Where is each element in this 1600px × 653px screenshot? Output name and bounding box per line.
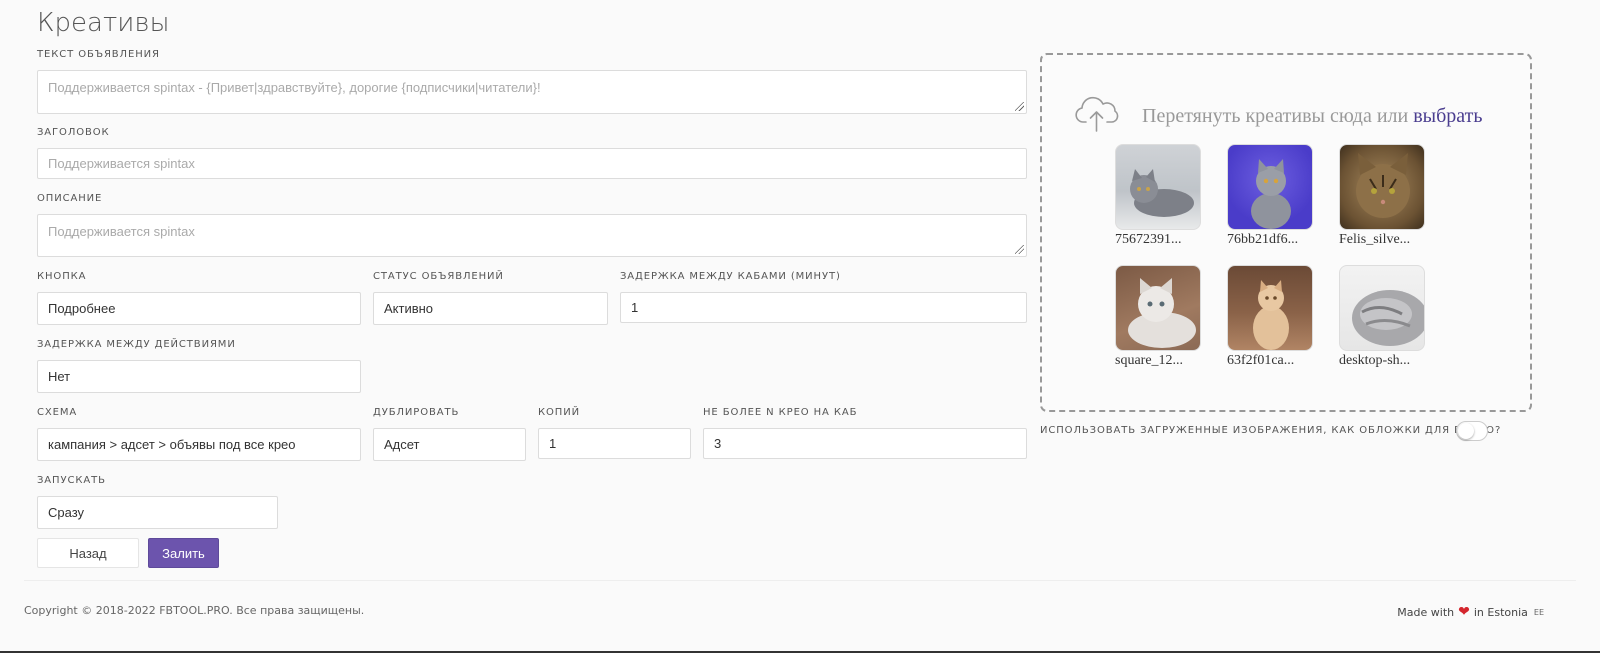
cat-image	[1115, 144, 1201, 230]
headline-input[interactable]: Поддерживается spintax	[37, 148, 1027, 179]
file-name: 76bb21df6...	[1227, 232, 1299, 247]
creative-thumbnail[interactable]: square_12...	[1115, 265, 1203, 369]
cat-image	[1339, 144, 1425, 230]
button-label: Кнопка	[37, 271, 87, 282]
scheme-label: Схема	[37, 407, 78, 418]
delay-actions-select[interactable]: Нет	[37, 360, 361, 393]
description-placeholder: Поддерживается spintax	[48, 224, 195, 239]
choose-files-link[interactable]: выбрать	[1413, 105, 1482, 127]
description-input[interactable]: Поддерживается spintax	[37, 214, 1027, 257]
ad-status-value: Активно	[384, 301, 434, 316]
heart-icon: ❤	[1458, 604, 1470, 620]
cat-image	[1115, 265, 1201, 351]
file-name: square_12...	[1115, 353, 1184, 368]
ad-text-placeholder: Поддерживается spintax - {Привет|здравст…	[48, 80, 541, 95]
file-name: desktop-sh...	[1339, 353, 1411, 368]
toggle-knob	[1458, 423, 1474, 439]
resize-grip-icon[interactable]	[1015, 102, 1024, 111]
country-text: in Estonia	[1473, 605, 1528, 619]
footer-made-with: Made with ❤ in Estonia EE	[1397, 604, 1544, 620]
cat-silhouette-icon	[1128, 278, 1196, 348]
launch-select[interactable]: Сразу	[37, 496, 278, 529]
cat-silhouette-icon	[1251, 159, 1291, 229]
scheme-value: кампания > адсет > объявы под все крео	[48, 437, 296, 452]
duplicate-select[interactable]: Адсет	[373, 428, 526, 461]
delay-cabinets-value: 1	[631, 300, 639, 315]
cat-silhouette-icon	[1356, 153, 1410, 218]
file-name: 75672391...	[1115, 232, 1182, 247]
headline-label: Заголовок	[37, 127, 110, 138]
button-select[interactable]: Подробнее	[37, 292, 361, 325]
cat-silhouette-icon	[1130, 169, 1194, 217]
ad-status-select[interactable]: Активно	[373, 292, 608, 325]
cat-silhouette-icon	[1352, 290, 1424, 346]
delay-cabinets-label: Задержка между кабами (минут)	[620, 271, 841, 282]
cat-image	[1227, 265, 1313, 351]
launch-value: Сразу	[48, 505, 85, 520]
cat-image	[1227, 144, 1313, 230]
footer-copyright: Copyright © 2018-2022 FBTOOL.PRO. Все пр…	[24, 604, 365, 617]
cat-image	[1339, 265, 1425, 351]
page-title: Креативы	[37, 8, 170, 38]
creative-thumbnail[interactable]: 63f2f01ca...	[1227, 265, 1315, 369]
scheme-select[interactable]: кампания > адсет > объявы под все крео	[37, 428, 361, 461]
ad-text-input[interactable]: Поддерживается spintax - {Привет|здравст…	[37, 70, 1027, 114]
resize-grip-icon[interactable]	[1015, 245, 1024, 254]
max-creatives-input[interactable]: 3	[703, 428, 1027, 459]
cloud-upload-icon	[1075, 96, 1119, 132]
description-label: Описание	[37, 193, 103, 204]
creative-thumbnail[interactable]: desktop-sh...	[1339, 265, 1427, 369]
creative-thumbnail[interactable]: 75672391...	[1115, 144, 1203, 248]
duplicate-value: Адсет	[384, 437, 420, 452]
footer-divider	[24, 580, 1576, 581]
dropzone-instruction: Перетянуть креативы сюда или	[1142, 105, 1414, 127]
video-cover-toggle-label: Использовать загруженные изображения, ка…	[1040, 425, 1502, 436]
delay-actions-value: Нет	[48, 369, 71, 384]
ad-status-label: Статус объявлений	[373, 271, 504, 282]
dropzone-text: Перетянуть креативы сюда или выбрать	[1142, 105, 1482, 128]
video-cover-toggle[interactable]	[1456, 421, 1488, 441]
max-creatives-value: 3	[714, 436, 722, 451]
cat-silhouette-icon	[1253, 280, 1289, 350]
ad-text-label: Текст объявления	[37, 49, 160, 60]
creative-thumbnail[interactable]: Felis_silve...	[1339, 144, 1427, 248]
delay-actions-label: Задержка между действиями	[37, 339, 236, 350]
submit-button[interactable]: Залить	[148, 538, 219, 568]
duplicate-label: Дублировать	[373, 407, 460, 418]
back-button[interactable]: Назад	[37, 538, 139, 568]
headline-placeholder: Поддерживается spintax	[48, 156, 195, 171]
file-name: 63f2f01ca...	[1227, 353, 1295, 368]
delay-cabinets-input[interactable]: 1	[620, 292, 1027, 323]
upload-dropzone[interactable]: Перетянуть креативы сюда или выбрать 756…	[1040, 53, 1532, 412]
file-name: Felis_silve...	[1339, 232, 1411, 247]
button-select-value: Подробнее	[48, 301, 116, 316]
estonia-flag-icon: EE	[1533, 607, 1544, 617]
max-creatives-label: Не более N крео на каб	[703, 407, 858, 418]
copies-input[interactable]: 1	[538, 428, 691, 459]
creative-thumbnail[interactable]: 76bb21df6...	[1227, 144, 1315, 248]
copies-label: Копий	[538, 407, 580, 418]
made-with-text: Made with	[1397, 605, 1455, 619]
launch-label: Запускать	[37, 475, 106, 486]
copies-value: 1	[549, 436, 557, 451]
